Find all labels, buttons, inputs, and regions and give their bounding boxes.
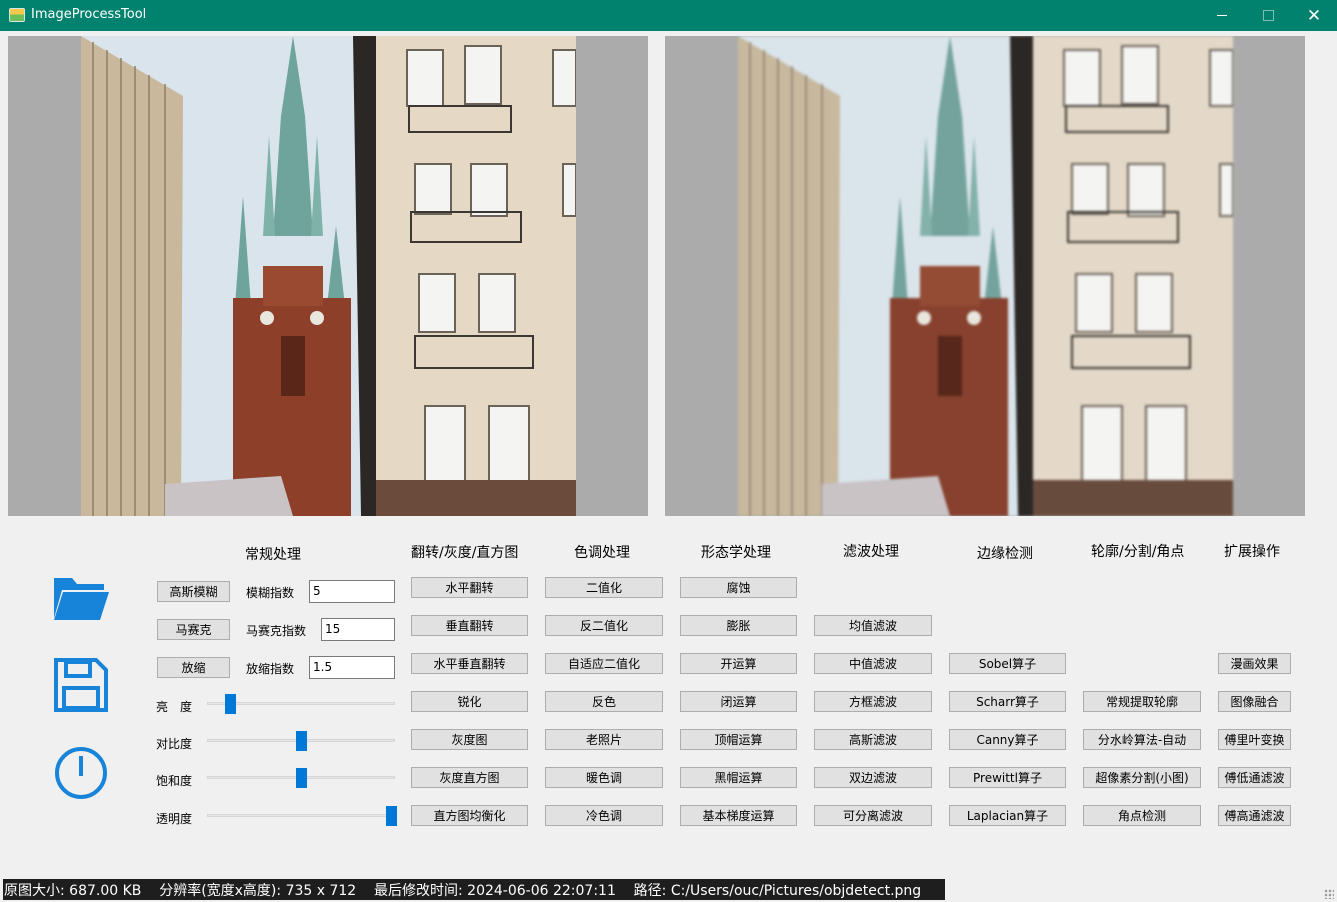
original-image xyxy=(81,36,576,516)
image-blend-button[interactable]: 图像融合 xyxy=(1218,691,1291,712)
contour-button[interactable]: 常规提取轮廓 xyxy=(1083,691,1201,712)
status-bar: 原图大小: 687.00 KB 分辨率(宽度x高度): 735 x 712 最后… xyxy=(3,879,945,900)
header-color: 色调处理 xyxy=(574,545,630,561)
header-filter: 滤波处理 xyxy=(843,544,899,560)
window-title: ImageProcessTool xyxy=(31,7,147,22)
scale-index-label: 放缩指数 xyxy=(246,662,295,676)
grayscale-button[interactable]: 灰度图 xyxy=(411,729,528,750)
slider-thumb[interactable] xyxy=(224,694,236,714)
sharpen-button[interactable]: 锐化 xyxy=(411,691,528,712)
title-bar: ImageProcessTool ✕ xyxy=(0,0,1337,31)
slider-thumb[interactable] xyxy=(296,768,307,788)
power-icon[interactable] xyxy=(52,744,110,802)
saturation-slider[interactable] xyxy=(207,768,395,788)
laplacian-button[interactable]: Laplacian算子 xyxy=(949,805,1066,826)
saturation-label: 饱和度 xyxy=(156,774,193,788)
blur-index-input[interactable]: 5 xyxy=(309,580,395,603)
invert-color-button[interactable]: 反色 xyxy=(545,691,663,712)
box-filter-button[interactable]: 方框滤波 xyxy=(814,691,932,712)
app-image-icon xyxy=(9,8,25,22)
sobel-button[interactable]: Sobel算子 xyxy=(949,653,1066,674)
slider-thumb[interactable] xyxy=(386,806,398,826)
brightness-slider[interactable] xyxy=(207,694,395,714)
cool-tone-button[interactable]: 冷色调 xyxy=(545,805,663,826)
blur-index-label: 模糊指数 xyxy=(246,586,295,600)
mean-filter-button[interactable]: 均值滤波 xyxy=(814,615,932,636)
header-ext: 扩展操作 xyxy=(1224,544,1280,560)
histogram-equalize-button[interactable]: 直方图均衡化 xyxy=(411,805,528,826)
scale-button[interactable]: 放缩 xyxy=(157,657,230,678)
brightness-label: 亮 度 xyxy=(156,700,193,714)
opacity-label: 透明度 xyxy=(156,812,193,826)
closing-button[interactable]: 闭运算 xyxy=(680,691,797,712)
slider-thumb[interactable] xyxy=(296,731,307,751)
hvflip-button[interactable]: 水平垂直翻转 xyxy=(411,653,528,674)
header-morph: 形态学处理 xyxy=(701,545,771,561)
header-contour: 轮廓/分割/角点 xyxy=(1091,544,1185,560)
inverse-binarize-button[interactable]: 反二值化 xyxy=(545,615,663,636)
adaptive-binarize-button[interactable]: 自适应二值化 xyxy=(545,653,663,674)
contrast-label: 对比度 xyxy=(156,737,193,751)
vflip-button[interactable]: 垂直翻转 xyxy=(411,615,528,636)
hflip-button[interactable]: 水平翻转 xyxy=(411,577,528,598)
scharr-button[interactable]: Scharr算子 xyxy=(949,691,1066,712)
scale-index-input[interactable]: 1.5 xyxy=(309,656,395,679)
resize-grip[interactable] xyxy=(1324,889,1334,899)
gradient-button[interactable]: 基本梯度运算 xyxy=(680,805,797,826)
gaussian-filter-button[interactable]: 高斯滤波 xyxy=(814,729,932,750)
superpixel-button[interactable]: 超像素分割(小图) xyxy=(1083,767,1201,788)
binarize-button[interactable]: 二值化 xyxy=(545,577,663,598)
fourier-highpass-button[interactable]: 傅高通滤波 xyxy=(1218,805,1291,826)
mosaic-button[interactable]: 马赛克 xyxy=(157,619,230,640)
gaussian-blur-button[interactable]: 高斯模糊 xyxy=(157,581,230,602)
cartoon-button[interactable]: 漫画效果 xyxy=(1218,653,1291,674)
contrast-slider[interactable] xyxy=(207,731,395,751)
save-icon[interactable] xyxy=(52,656,110,714)
gray-histogram-button[interactable]: 灰度直方图 xyxy=(411,767,528,788)
maximize-button[interactable] xyxy=(1245,0,1291,31)
header-basic: 常规处理 xyxy=(245,547,301,563)
header-flip: 翻转/灰度/直方图 xyxy=(411,545,519,561)
warm-tone-button[interactable]: 暖色调 xyxy=(545,767,663,788)
erode-button[interactable]: 腐蚀 xyxy=(680,577,797,598)
watershed-button[interactable]: 分水岭算法-自动 xyxy=(1083,729,1201,750)
separable-filter-button[interactable]: 可分离滤波 xyxy=(814,805,932,826)
processed-image xyxy=(738,36,1233,516)
opacity-slider[interactable] xyxy=(207,806,398,826)
mosaic-index-label: 马赛克指数 xyxy=(246,624,307,638)
original-image-panel xyxy=(8,36,648,516)
minimize-button[interactable] xyxy=(1199,0,1245,31)
close-button[interactable]: ✕ xyxy=(1291,0,1337,31)
opening-button[interactable]: 开运算 xyxy=(680,653,797,674)
bilateral-filter-button[interactable]: 双边滤波 xyxy=(814,767,932,788)
header-edge: 边缘检测 xyxy=(977,546,1033,562)
mosaic-index-input[interactable]: 15 xyxy=(321,618,395,641)
old-photo-button[interactable]: 老照片 xyxy=(545,729,663,750)
median-filter-button[interactable]: 中值滤波 xyxy=(814,653,932,674)
folder-icon[interactable] xyxy=(52,570,110,628)
canny-button[interactable]: Canny算子 xyxy=(949,729,1066,750)
blackhat-button[interactable]: 黑帽运算 xyxy=(680,767,797,788)
corner-detect-button[interactable]: 角点检测 xyxy=(1083,805,1201,826)
fourier-lowpass-button[interactable]: 傅低通滤波 xyxy=(1218,767,1291,788)
fourier-button[interactable]: 傅里叶变换 xyxy=(1218,729,1291,750)
prewitt-button[interactable]: Prewittl算子 xyxy=(949,767,1066,788)
processed-image-panel xyxy=(665,36,1305,516)
tophat-button[interactable]: 顶帽运算 xyxy=(680,729,797,750)
dilate-button[interactable]: 膨胀 xyxy=(680,615,797,636)
